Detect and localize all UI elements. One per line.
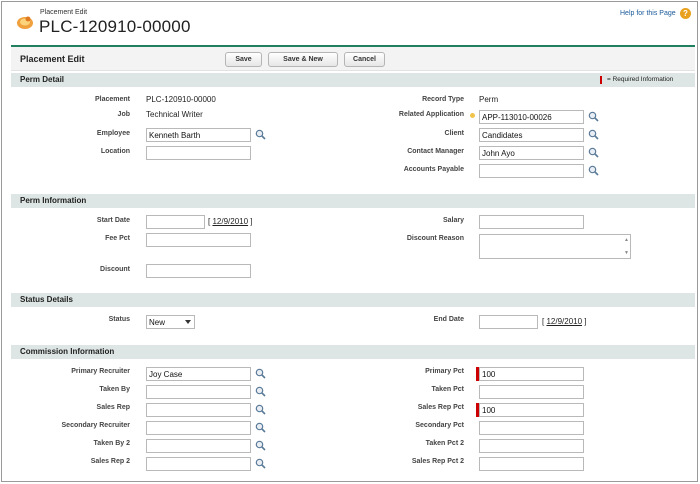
edit-title: Placement Edit bbox=[20, 54, 85, 64]
lookup-magnifier-icon[interactable] bbox=[255, 368, 266, 379]
section-title: Status Details bbox=[20, 295, 73, 304]
lookup-magnifier-icon[interactable] bbox=[588, 165, 599, 176]
status-selected-value: New bbox=[149, 318, 166, 327]
section-perm-information: Perm Information bbox=[11, 194, 695, 208]
sales-rep-pct-field[interactable]: 100 bbox=[479, 403, 584, 417]
secondary-recruiter-field[interactable] bbox=[146, 421, 251, 435]
sales-rep-2-label: Sales Rep 2 bbox=[90, 458, 130, 465]
end-date-label: End Date bbox=[433, 316, 464, 323]
taken-pct-2-label: Taken Pct 2 bbox=[425, 440, 464, 447]
discount-reason-label: Discount Reason bbox=[406, 235, 464, 242]
placement-value: PLC-120910-00000 bbox=[146, 95, 216, 104]
lookup-magnifier-icon[interactable] bbox=[588, 129, 599, 140]
status-label: Status bbox=[108, 316, 130, 323]
related-application-field[interactable]: APP-113010-00026 bbox=[479, 110, 584, 124]
page-title: PLC-120910-00000 bbox=[39, 17, 191, 36]
taken-pct-2-field[interactable] bbox=[479, 439, 584, 453]
location-label: Location bbox=[100, 148, 130, 155]
placement-label: Placement bbox=[94, 96, 130, 103]
sales-rep-label: Sales Rep bbox=[96, 404, 130, 411]
help-link[interactable]: Help for this Page bbox=[620, 10, 676, 17]
edit-toolbar: Placement Edit Save Save & New Cancel bbox=[11, 47, 695, 71]
taken-by-2-field[interactable] bbox=[146, 439, 251, 453]
taken-by-field[interactable] bbox=[146, 385, 251, 399]
required-indicator bbox=[600, 76, 602, 84]
placement-icon bbox=[17, 16, 33, 29]
taken-by-label: Taken By bbox=[99, 386, 130, 393]
lookup-magnifier-icon[interactable] bbox=[255, 404, 266, 415]
secondary-recruiter-label: Secondary Recruiter bbox=[61, 422, 130, 429]
section-commission-information: Commission Information bbox=[11, 345, 695, 359]
fee-pct-field[interactable] bbox=[146, 233, 251, 247]
end-date-today-link[interactable]: [ 12/9/2010 ] bbox=[542, 317, 587, 326]
lookup-magnifier-icon[interactable] bbox=[255, 129, 266, 140]
discount-reason-textarea[interactable]: ▲ ▼ bbox=[479, 234, 631, 259]
scroll-down-icon[interactable]: ▼ bbox=[624, 250, 629, 256]
employee-label: Employee bbox=[96, 130, 130, 137]
lookup-magnifier-icon[interactable] bbox=[255, 386, 266, 397]
record-type-value: Perm bbox=[479, 95, 499, 104]
required-info-legend: = Required Information bbox=[607, 76, 674, 83]
contact-manager-field[interactable]: John Ayo bbox=[479, 146, 584, 160]
section-status-details: Status Details bbox=[11, 293, 695, 307]
sales-rep-pct-2-field[interactable] bbox=[479, 457, 584, 471]
accounts-payable-field[interactable] bbox=[479, 164, 584, 178]
section-title: Commission Information bbox=[20, 347, 115, 356]
section-perm-detail: Perm Detail = Required Information bbox=[11, 73, 695, 87]
lookup-magnifier-icon[interactable] bbox=[255, 422, 266, 433]
end-date-link-text[interactable]: 12/9/2010 bbox=[546, 317, 582, 326]
contact-manager-label: Contact Manager bbox=[407, 148, 464, 155]
job-value: Technical Writer bbox=[146, 110, 203, 119]
job-label: Job bbox=[117, 111, 130, 118]
secondary-pct-field[interactable] bbox=[479, 421, 584, 435]
save-new-button[interactable]: Save & New bbox=[268, 52, 338, 67]
help-icon[interactable]: ? bbox=[680, 8, 691, 19]
primary-pct-field[interactable]: 100 bbox=[479, 367, 584, 381]
discount-label: Discount bbox=[100, 266, 130, 273]
info-dot-icon bbox=[470, 113, 475, 118]
start-date-link-text[interactable]: 12/9/2010 bbox=[212, 217, 248, 226]
start-date-label: Start Date bbox=[96, 217, 130, 224]
start-date-field[interactable] bbox=[146, 215, 205, 229]
chevron-down-icon bbox=[185, 320, 191, 324]
lookup-magnifier-icon[interactable] bbox=[588, 111, 599, 122]
sales-rep-field[interactable] bbox=[146, 403, 251, 417]
taken-pct-field[interactable] bbox=[479, 385, 584, 399]
sales-rep-pct-2-label: Sales Rep Pct 2 bbox=[411, 458, 464, 465]
lookup-magnifier-icon[interactable] bbox=[255, 440, 266, 451]
lookup-magnifier-icon[interactable] bbox=[588, 147, 599, 158]
salary-field[interactable] bbox=[479, 215, 584, 229]
secondary-pct-label: Secondary Pct bbox=[415, 422, 464, 429]
client-label: Client bbox=[444, 130, 464, 137]
related-application-label: Related Application bbox=[398, 111, 464, 118]
cancel-button[interactable]: Cancel bbox=[344, 52, 385, 67]
location-field[interactable] bbox=[146, 146, 251, 160]
record-type-label: Record Type bbox=[422, 96, 464, 103]
primary-recruiter-field[interactable]: Joy Case bbox=[146, 367, 251, 381]
salary-label: Salary bbox=[442, 217, 464, 224]
save-button[interactable]: Save bbox=[225, 52, 262, 67]
end-date-field[interactable] bbox=[479, 315, 538, 329]
lookup-magnifier-icon[interactable] bbox=[255, 458, 266, 469]
section-title: Perm Information bbox=[20, 196, 87, 205]
accounts-payable-label: Accounts Payable bbox=[403, 166, 464, 173]
employee-field[interactable]: Kenneth Barth bbox=[146, 128, 251, 142]
client-field[interactable]: Candidates bbox=[479, 128, 584, 142]
scroll-up-icon[interactable]: ▲ bbox=[624, 237, 629, 243]
sales-rep-2-field[interactable] bbox=[146, 457, 251, 471]
section-title: Perm Detail bbox=[20, 75, 65, 84]
status-select[interactable]: New bbox=[146, 315, 195, 329]
start-date-today-link[interactable]: [ 12/9/2010 ] bbox=[208, 217, 253, 226]
sales-rep-pct-label: Sales Rep Pct bbox=[417, 404, 464, 411]
discount-field[interactable] bbox=[146, 264, 251, 278]
fee-pct-label: Fee Pct bbox=[105, 235, 130, 242]
taken-pct-label: Taken Pct bbox=[431, 386, 464, 393]
primary-recruiter-label: Primary Recruiter bbox=[71, 368, 130, 375]
primary-pct-label: Primary Pct bbox=[425, 368, 464, 375]
page-frame: Placement Edit PLC-120910-00000 Help for… bbox=[1, 1, 698, 482]
page-subtitle: Placement Edit bbox=[40, 9, 88, 16]
taken-by-2-label: Taken By 2 bbox=[93, 440, 130, 447]
